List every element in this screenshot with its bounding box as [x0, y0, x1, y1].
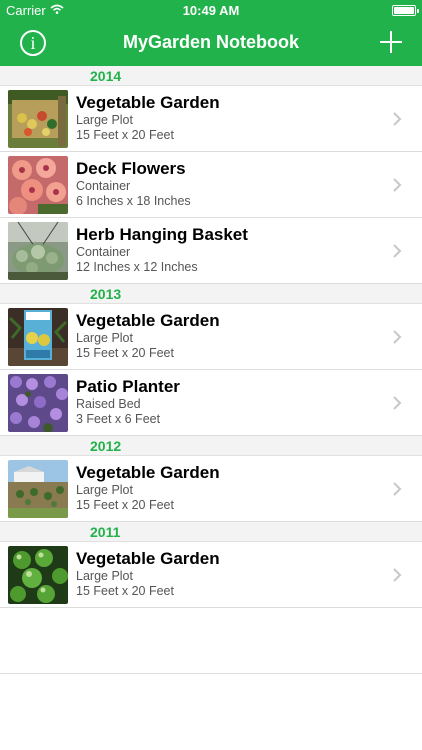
garden-photo: [8, 156, 68, 214]
garden-size: 15 Feet x 20 Feet: [76, 584, 174, 598]
garden-size: 15 Feet x 20 Feet: [76, 346, 174, 360]
garden-name: Vegetable Garden: [76, 311, 220, 330]
chevron-right-icon: [393, 178, 402, 192]
garden-photo: [8, 374, 68, 432]
garden-name: Vegetable Garden: [76, 463, 220, 482]
section-header-2011: 2011: [0, 522, 422, 542]
chevron-right-icon: [393, 396, 402, 410]
top-bar: Carrier 10:49 AM i MyGarden Notebook: [0, 0, 422, 66]
garden-type: Container: [76, 245, 131, 259]
section-header-2012: 2012: [0, 436, 422, 456]
garden-size: 15 Feet x 20 Feet: [76, 128, 174, 142]
nav-bar: i MyGarden Notebook: [0, 22, 422, 66]
plus-icon[interactable]: [380, 31, 402, 53]
garden-type: Container: [76, 179, 131, 193]
status-bar: Carrier 10:49 AM: [0, 0, 422, 22]
garden-name: Herb Hanging Basket: [76, 225, 248, 244]
garden-size: 6 Inches x 18 Inches: [76, 194, 191, 208]
garden-type: Large Plot: [76, 483, 133, 497]
list-item[interactable]: Vegetable Garden Large Plot 15 Feet x 20…: [0, 86, 422, 152]
garden-type: Large Plot: [76, 113, 133, 127]
section-header-2013: 2013: [0, 284, 422, 304]
list-item[interactable]: Vegetable Garden Large Plot 15 Feet x 20…: [0, 304, 422, 370]
garden-type: Raised Bed: [76, 397, 141, 411]
page-title: MyGarden Notebook: [122, 32, 300, 52]
section-header-2014: 2014: [0, 66, 422, 86]
garden-name: Vegetable Garden: [76, 549, 220, 568]
garden-type: Large Plot: [76, 569, 133, 583]
empty-row: [0, 608, 422, 674]
chevron-right-icon: [393, 482, 402, 496]
garden-photo: [8, 222, 68, 280]
garden-photo: [8, 460, 68, 518]
list-item[interactable]: Patio Planter Raised Bed 3 Feet x 6 Feet: [0, 370, 422, 436]
garden-size: 12 Inches x 12 Inches: [76, 260, 198, 274]
list-item[interactable]: Herb Hanging Basket Container 12 Inches …: [0, 218, 422, 284]
garden-photo: [8, 90, 68, 148]
garden-type: Large Plot: [76, 331, 133, 345]
garden-size: 3 Feet x 6 Feet: [76, 412, 161, 426]
list-item[interactable]: Vegetable Garden Large Plot 15 Feet x 20…: [0, 542, 422, 608]
chevron-right-icon: [393, 112, 402, 126]
garden-name: Patio Planter: [76, 377, 180, 396]
garden-photo: [8, 546, 68, 604]
chevron-right-icon: [393, 330, 402, 344]
garden-list: 2014 Vegetable Garden Large Plot 15 Feet…: [0, 66, 422, 674]
garden-photo: [8, 308, 68, 366]
status-time: 10:49 AM: [182, 3, 240, 18]
garden-size: 15 Feet x 20 Feet: [76, 498, 174, 512]
garden-name: Vegetable Garden: [76, 93, 220, 112]
battery-icon: [392, 5, 419, 16]
chevron-right-icon: [393, 568, 402, 582]
list-item[interactable]: Deck Flowers Container 6 Inches x 18 Inc…: [0, 152, 422, 218]
list-item[interactable]: Vegetable Garden Large Plot 15 Feet x 20…: [0, 456, 422, 522]
chevron-right-icon: [393, 244, 402, 258]
garden-name: Deck Flowers: [76, 159, 186, 178]
